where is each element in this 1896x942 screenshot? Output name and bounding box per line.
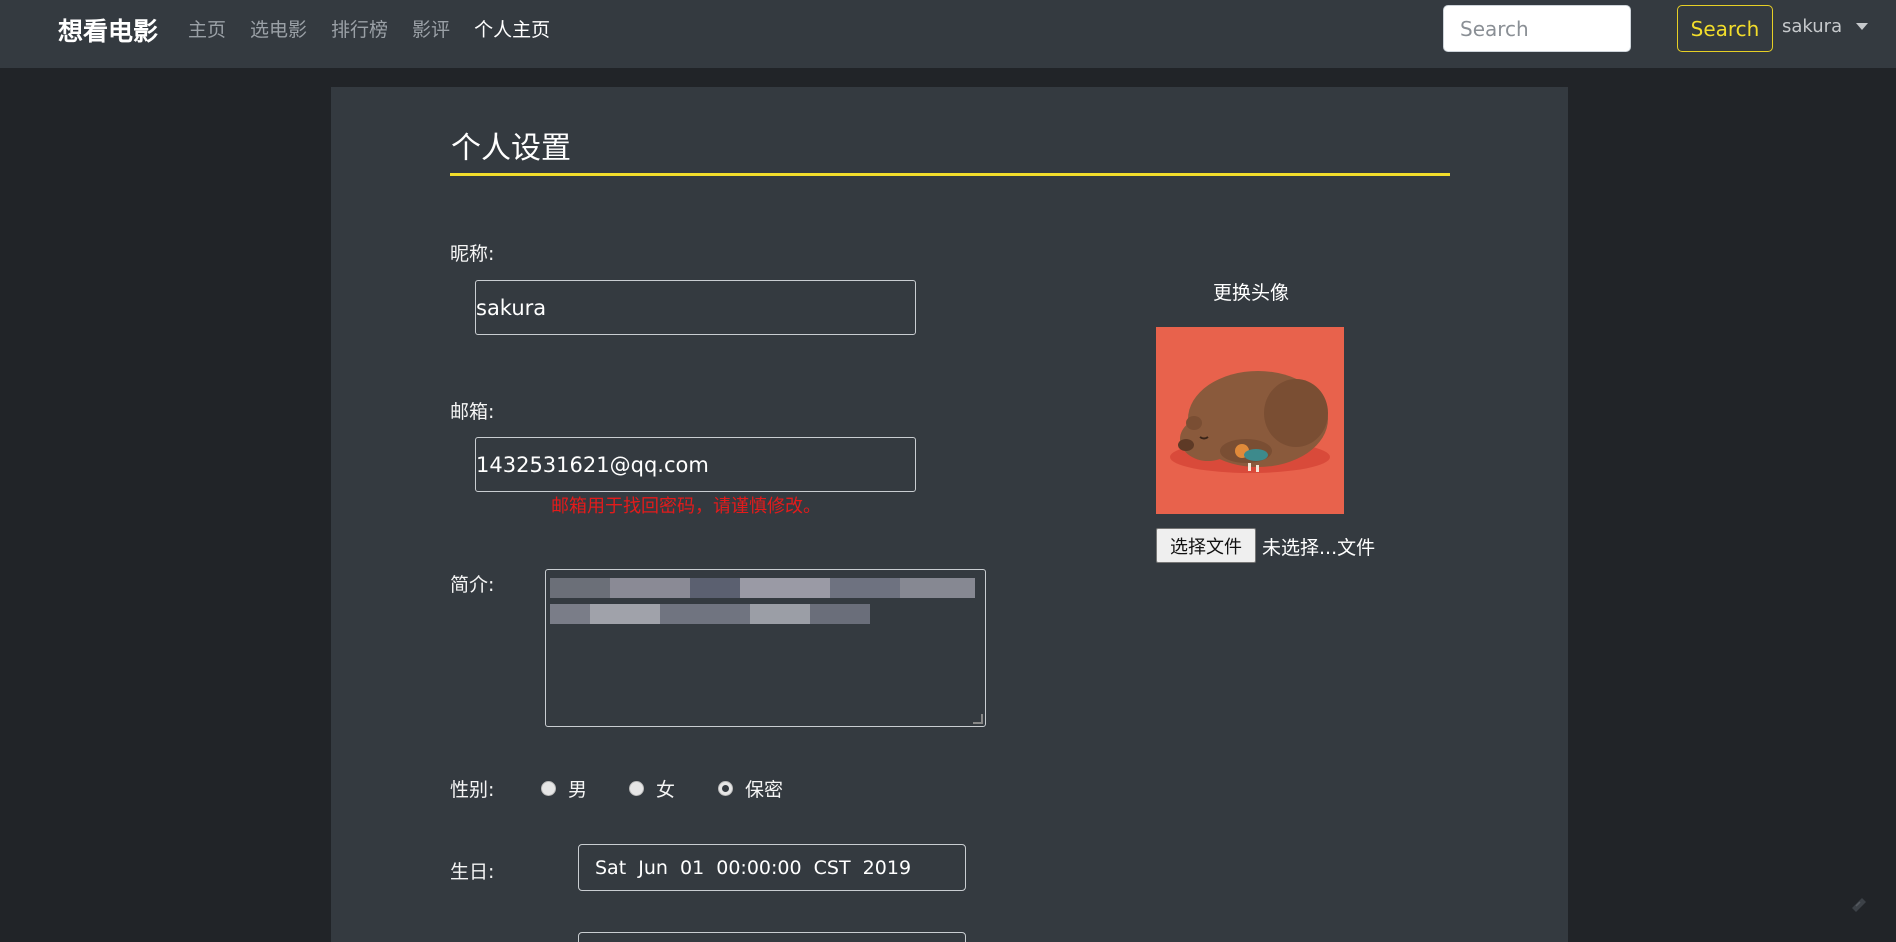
birthday-input[interactable]: Sat Jun 01 00:00:00 CST 2019 [578,844,966,891]
radio-label-female: 女 [656,779,676,801]
next-field-input[interactable] [578,932,966,942]
nav-link-reviews[interactable]: 影评 [412,15,450,42]
gender-radio-secret[interactable]: 保密 [718,775,783,802]
blurred-text-line [550,604,870,624]
title-divider [450,173,1450,176]
resize-handle-icon[interactable] [973,714,983,724]
brand-logo[interactable]: 想看电影 [58,12,158,48]
radio-label-secret: 保密 [745,779,784,801]
top-navbar: 想看电影 主页 选电影 排行榜 影评 个人主页 Search sakura [0,0,1896,68]
email-value: 1432531621@qq.com [476,452,709,477]
blurred-text-line [550,578,980,598]
nickname-input[interactable]: sakura [475,280,916,335]
search-input[interactable] [1443,5,1631,52]
email-label: 邮箱: [450,401,495,423]
radio-icon[interactable] [718,781,733,796]
birthday-label: 生日: [450,861,495,883]
bear-illustration [1170,371,1330,473]
avatar-title: 更换头像 [1213,282,1290,304]
email-input[interactable]: 1432531621@qq.com [475,437,916,492]
user-dropdown[interactable]: sakura [1782,16,1869,37]
nickname-label: 昵称: [450,243,495,265]
page-title: 个人设置 [451,131,571,166]
search-button[interactable]: Search [1677,5,1773,52]
nav-link-rankings[interactable]: 排行榜 [331,15,388,42]
nav-link-browse-movies[interactable]: 选电影 [250,15,307,42]
nickname-value: sakura [476,295,547,320]
bio-label: 简介: [450,574,495,596]
file-status-text: 未选择...文件 [1262,537,1376,559]
bio-textarea[interactable] [545,569,986,727]
feather-icon[interactable] [1848,894,1870,916]
nav-link-profile[interactable]: 个人主页 [474,15,550,42]
radio-icon[interactable] [629,781,644,796]
birthday-value: Sat Jun 01 00:00:00 CST 2019 [595,856,912,879]
gender-radio-male[interactable]: 男 [541,775,587,802]
settings-card: 个人设置 昵称: sakura 邮箱: 1432531621@qq.com 邮箱… [331,87,1568,942]
chevron-down-icon [1856,23,1869,30]
gender-radio-female[interactable]: 女 [629,775,675,802]
username-label: sakura [1782,16,1843,37]
nav-link-home[interactable]: 主页 [188,15,226,42]
avatar [1156,327,1344,514]
gender-label: 性别: [450,779,495,801]
choose-file-button[interactable]: 选择文件 [1156,528,1256,563]
nav-links: 主页 选电影 排行榜 影评 个人主页 [188,15,574,42]
radio-label-male: 男 [568,779,588,801]
radio-icon[interactable] [541,781,556,796]
email-hint: 邮箱用于找回密码，请谨慎修改。 [551,496,821,517]
